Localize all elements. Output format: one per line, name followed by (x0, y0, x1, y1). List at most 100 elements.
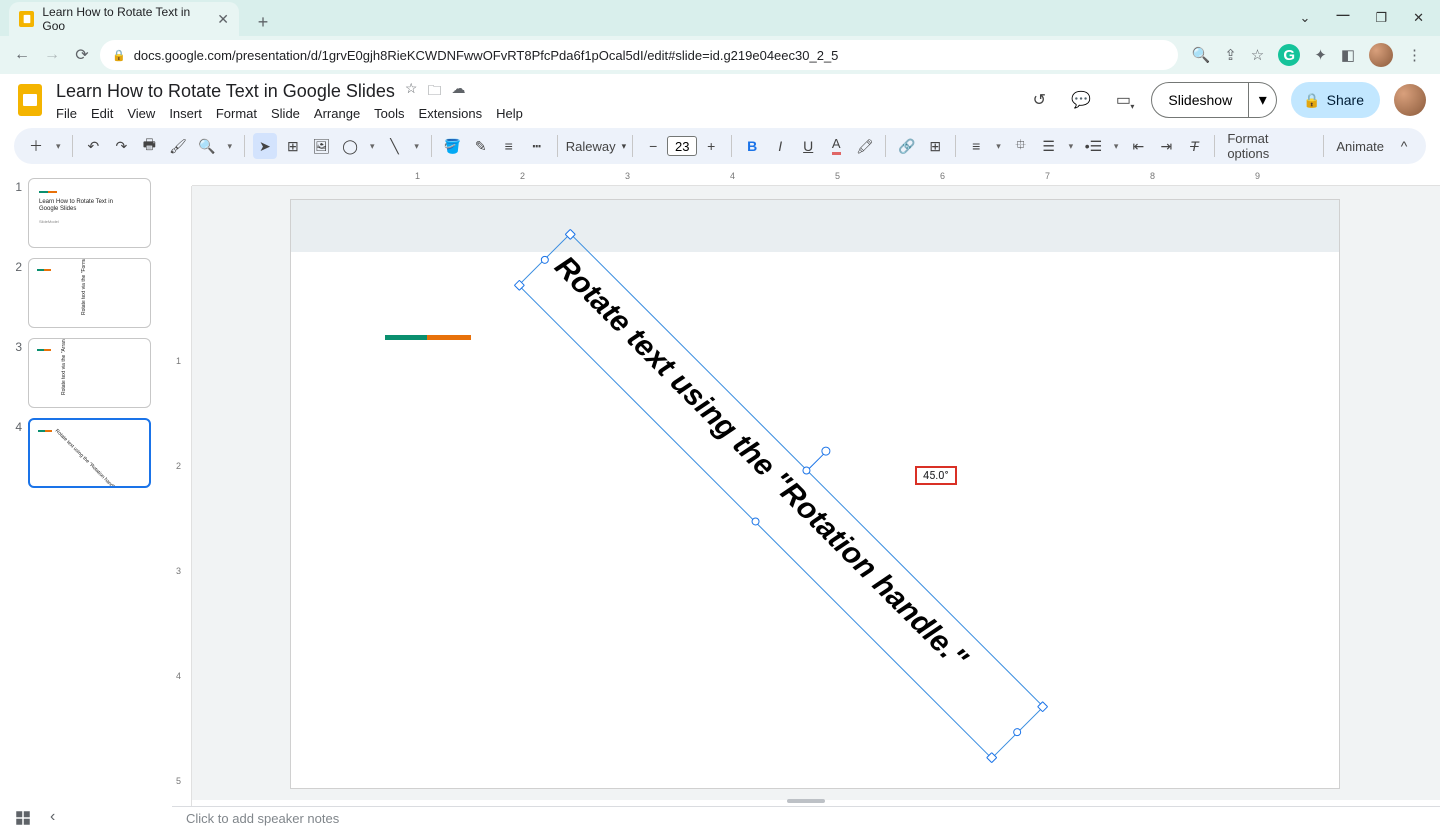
format-options-button[interactable]: Format options (1223, 133, 1315, 159)
present-meet-icon[interactable]: ▭▾ (1109, 86, 1137, 114)
speaker-notes[interactable]: Click to add speaker notes (172, 806, 1440, 830)
resize-handle-se[interactable] (986, 752, 997, 763)
comments-icon[interactable]: 💬 (1067, 86, 1095, 114)
menu-arrange[interactable]: Arrange (314, 106, 360, 121)
font-family-dropdown[interactable]: Raleway▾ (566, 139, 625, 154)
bookmark-icon[interactable]: ☆ (1251, 46, 1264, 64)
redo-button[interactable]: ↷ (109, 133, 133, 159)
border-weight-button[interactable]: ≡ (497, 133, 521, 159)
slides-logo[interactable] (14, 82, 46, 118)
reload-button[interactable]: ⟳ (70, 43, 94, 67)
extensions-icon[interactable]: ✦ (1314, 46, 1327, 64)
tab-title: Learn How to Rotate Text in Goo (42, 5, 209, 33)
numbered-list-button[interactable]: ☰ (1037, 133, 1061, 159)
slide-canvas[interactable]: Rotate text using the "Rotation handle."… (290, 199, 1340, 789)
bulleted-list-dropdown[interactable]: ▾ (1110, 133, 1122, 159)
selected-text-box[interactable]: Rotate text using the "Rotation handle." (518, 233, 1044, 759)
paint-format-button[interactable]: 🖌 (165, 133, 190, 159)
speaker-notes-drag-handle[interactable] (787, 799, 825, 803)
share-url-icon[interactable]: ⇪ (1224, 46, 1237, 64)
font-size-input[interactable] (667, 136, 697, 156)
menu-help[interactable]: Help (496, 106, 523, 121)
resize-handle-sw[interactable] (514, 280, 525, 291)
account-avatar[interactable] (1394, 84, 1426, 116)
canvas-viewport[interactable]: Rotate text using the "Rotation handle."… (192, 186, 1440, 800)
fill-color-button[interactable]: 🪣 (440, 133, 465, 159)
star-icon[interactable]: ☆ (405, 80, 418, 104)
zoom-icon[interactable]: 🔍 (1192, 46, 1211, 64)
align-dropdown[interactable]: ▾ (992, 133, 1004, 159)
new-slide-dropdown[interactable]: ▾ (52, 133, 64, 159)
version-history-icon[interactable]: ↺ (1025, 86, 1053, 114)
share-button[interactable]: 🔒 Share (1291, 82, 1380, 118)
undo-button[interactable]: ↶ (81, 133, 105, 159)
resize-handle-s[interactable] (750, 516, 761, 527)
image-tool[interactable]: 🖼 (309, 133, 334, 159)
slideshow-dropdown[interactable]: ▾ (1249, 82, 1277, 118)
zoom-button[interactable]: 🔍 (195, 133, 220, 159)
browser-tab[interactable]: Learn How to Rotate Text in Goo ✕ (9, 2, 239, 36)
numbered-list-dropdown[interactable]: ▾ (1065, 133, 1077, 159)
decrease-font-button[interactable]: − (641, 133, 665, 159)
shape-tool[interactable]: ◯ (338, 133, 362, 159)
chevron-down-icon[interactable]: ⌄ (1300, 10, 1311, 26)
chrome-menu-icon[interactable]: ⋮ (1407, 46, 1422, 64)
bold-button[interactable]: B (740, 133, 764, 159)
bulleted-list-button[interactable]: •☰ (1081, 133, 1106, 159)
insert-link-button[interactable]: 🔗 (894, 133, 919, 159)
menu-file[interactable]: File (56, 106, 77, 121)
animate-button[interactable]: Animate (1332, 133, 1388, 159)
line-tool[interactable]: ╲ (382, 133, 406, 159)
textbox-tool[interactable]: ⊞ (281, 133, 305, 159)
move-icon[interactable]: 🗀 (427, 80, 441, 104)
slide-thumbnail-4[interactable]: Rotate text using the "Rotation handle." (28, 418, 151, 488)
italic-button[interactable]: I (768, 133, 792, 159)
shape-dropdown[interactable]: ▾ (366, 133, 378, 159)
minimize-icon[interactable]: — (1336, 7, 1349, 22)
decrease-indent-button[interactable]: ⇤ (1126, 133, 1150, 159)
explore-button[interactable] (14, 809, 32, 827)
slide-thumbnail-2[interactable]: Rotate text via the "Format" menu (28, 258, 151, 328)
zoom-dropdown[interactable]: ▾ (224, 133, 236, 159)
maximize-icon[interactable]: ❐ (1375, 10, 1387, 26)
increase-indent-button[interactable]: ⇥ (1154, 133, 1178, 159)
back-button[interactable]: ← (10, 43, 34, 67)
border-color-button[interactable]: ✎ (469, 133, 493, 159)
menu-format[interactable]: Format (216, 106, 257, 121)
menu-edit[interactable]: Edit (91, 106, 113, 121)
slide-thumbnail-1[interactable]: Learn How to Rotate Text in Google Slide… (28, 178, 151, 248)
clear-formatting-button[interactable]: T (1182, 133, 1206, 159)
doc-title[interactable]: Learn How to Rotate Text in Google Slide… (56, 81, 395, 102)
text-color-button[interactable]: A (824, 133, 848, 159)
menu-view[interactable]: View (127, 106, 155, 121)
grammarly-extension-icon[interactable]: G (1278, 44, 1300, 66)
side-panel-icon[interactable]: ◧ (1341, 46, 1355, 64)
slide-thumbnail-3[interactable]: Rotate text via the "Arrange" menu (28, 338, 151, 408)
chrome-profile-avatar[interactable] (1369, 43, 1393, 67)
tab-close-icon[interactable]: ✕ (217, 11, 229, 28)
select-tool[interactable]: ➤ (253, 133, 277, 159)
close-window-icon[interactable]: ✕ (1413, 10, 1424, 26)
new-slide-button[interactable]: ＋ (24, 133, 48, 159)
menu-insert[interactable]: Insert (169, 106, 202, 121)
line-spacing-button[interactable]: ⯐ (1009, 133, 1033, 159)
highlight-button[interactable]: 🖍 (852, 133, 877, 159)
menu-slide[interactable]: Slide (271, 106, 300, 121)
underline-button[interactable]: U (796, 133, 820, 159)
insert-comment-button[interactable]: ⊞ (923, 133, 947, 159)
align-button[interactable]: ≡ (964, 133, 988, 159)
increase-font-button[interactable]: + (699, 133, 723, 159)
cloud-status-icon[interactable]: ☁ (451, 80, 465, 104)
menu-tools[interactable]: Tools (374, 106, 404, 121)
forward-button[interactable]: → (40, 43, 64, 67)
border-dash-button[interactable]: ┅ (525, 133, 549, 159)
text-content[interactable]: Rotate text using the "Rotation handle." (532, 234, 1043, 745)
new-tab-button[interactable]: + (249, 8, 277, 36)
slideshow-button[interactable]: Slideshow (1151, 82, 1249, 118)
print-button[interactable]: 🖶 (137, 133, 161, 159)
menu-extensions[interactable]: Extensions (419, 106, 483, 121)
line-dropdown[interactable]: ▾ (410, 133, 422, 159)
collapse-toolbar-button[interactable]: ^ (1392, 133, 1416, 159)
url-bar[interactable]: 🔒 docs.google.com/presentation/d/1grvE0g… (100, 40, 1178, 70)
explore-chevron-icon[interactable]: ‹ (50, 808, 55, 826)
